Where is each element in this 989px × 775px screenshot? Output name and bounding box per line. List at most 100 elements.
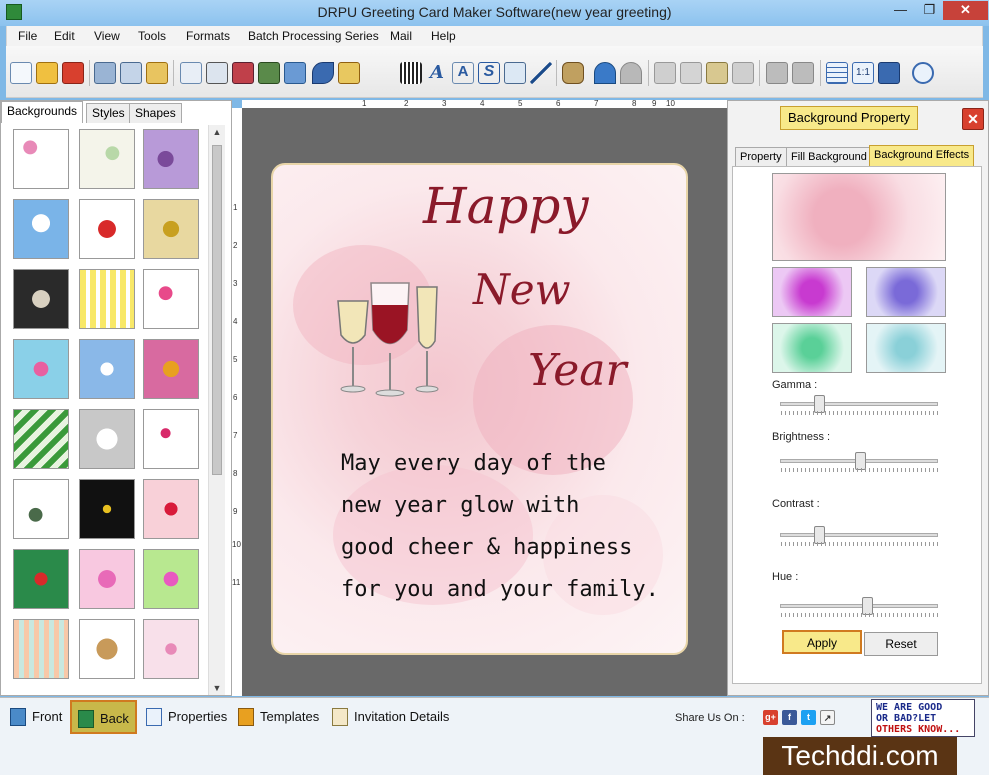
minimize-button[interactable]: — [887,1,914,20]
reset-button[interactable]: Reset [864,632,938,656]
greeting-card[interactable]: Happy New Year May every day of the new … [271,163,688,655]
background-thumbnail[interactable] [13,479,69,539]
menu-formats[interactable]: Formats [186,29,230,43]
front-button[interactable]: Front [4,700,62,734]
background-thumbnail[interactable] [79,619,135,679]
background-thumbnail[interactable] [143,269,199,329]
close-button[interactable]: ✕ [943,1,988,20]
word-art-icon[interactable]: S [478,62,500,84]
send-back-icon[interactable] [792,62,814,84]
background-thumbnail[interactable] [13,409,69,469]
background-thumbnail[interactable] [143,479,199,539]
back-button[interactable]: Back [70,700,137,734]
scroll-down-icon[interactable]: ▼ [209,683,225,693]
background-thumbnail[interactable] [143,549,199,609]
image-icon[interactable] [232,62,254,84]
background-thumbnail[interactable] [79,269,135,329]
properties-button[interactable]: Properties [140,700,227,734]
menu-batch-processing[interactable]: Batch Processing Series [248,29,379,43]
gamma-slider[interactable] [780,395,939,415]
share-icon[interactable]: ↗ [820,710,835,725]
effect-preview-cyan[interactable] [866,323,946,373]
undo-icon[interactable] [594,62,616,84]
text-box-icon[interactable]: A [452,62,474,84]
tab-shapes[interactable]: Shapes [129,103,182,123]
scroll-up-icon[interactable]: ▲ [209,127,225,137]
background-thumbnail[interactable] [143,129,199,189]
tab-fill-background[interactable]: Fill Background [786,147,872,166]
card-title-new[interactable]: New [473,265,571,314]
email-icon[interactable] [504,62,526,84]
background-thumbnail[interactable] [143,339,199,399]
effect-preview-blue[interactable] [866,267,946,317]
tab-property[interactable]: Property [735,147,787,166]
card-message[interactable]: May every day of the new year glow with … [341,443,681,611]
save-icon[interactable] [94,62,116,84]
background-thumbnail[interactable] [79,129,135,189]
background-thumbnail[interactable] [13,199,69,259]
background-thumbnail[interactable] [79,409,135,469]
copy-icon[interactable] [680,62,702,84]
scrollbar-thumb[interactable] [212,145,222,475]
brightness-slider[interactable] [780,452,939,472]
grid-icon[interactable] [826,62,848,84]
tab-background-effects[interactable]: Background Effects [869,145,975,166]
facebook-icon[interactable]: f [782,710,797,725]
background-thumbnail[interactable] [143,409,199,469]
invitation-details-button[interactable]: Invitation Details [326,700,449,734]
effect-preview-purple[interactable] [772,267,852,317]
database-icon[interactable] [562,62,584,84]
menu-help[interactable]: Help [431,29,456,43]
zoom-icon[interactable] [912,62,934,84]
panel-close-button[interactable]: ✕ [962,108,984,130]
open-folder-icon[interactable] [36,62,58,84]
new-icon[interactable] [10,62,32,84]
actual-size-icon[interactable]: 1:1 [852,62,874,84]
line-icon[interactable] [530,62,552,84]
paste-icon[interactable] [706,62,728,84]
menu-mail[interactable]: Mail [390,29,412,43]
menu-view[interactable]: View [94,29,120,43]
barcode-icon[interactable] [400,62,422,84]
templates-button[interactable]: Templates [232,700,319,734]
menu-tools[interactable]: Tools [138,29,166,43]
export-icon[interactable] [146,62,168,84]
redo-icon[interactable] [620,62,642,84]
fit-window-icon[interactable] [878,62,900,84]
bring-front-icon[interactable] [766,62,788,84]
close-file-icon[interactable] [62,62,84,84]
pen-icon[interactable] [312,62,334,84]
insert-picture-icon[interactable] [284,62,306,84]
print-preview-icon[interactable] [180,62,202,84]
shapes-icon[interactable] [338,62,360,84]
background-thumbnail[interactable] [143,619,199,679]
background-thumbnail[interactable] [13,269,69,329]
restore-button[interactable]: ❐ [916,1,943,20]
feedback-badge[interactable]: WE ARE GOOD OR BAD?LET OTHERS KNOW... [871,699,975,737]
menu-file[interactable]: File [18,29,37,43]
tab-backgrounds[interactable]: Backgrounds [1,101,84,123]
thumbnail-scrollbar[interactable]: ▲ ▼ [208,125,225,695]
background-thumbnail[interactable] [79,479,135,539]
google-plus-icon[interactable]: g+ [763,710,778,725]
text-icon[interactable]: A [426,62,448,84]
background-thumbnail[interactable] [13,129,69,189]
background-thumbnail[interactable] [79,199,135,259]
crop-icon[interactable] [258,62,280,84]
background-thumbnail[interactable] [13,619,69,679]
background-thumbnail[interactable] [143,199,199,259]
effect-preview-green[interactable] [772,323,852,373]
print-icon[interactable] [206,62,228,84]
apply-button[interactable]: Apply [782,630,862,654]
contrast-slider[interactable] [780,526,939,546]
card-title-year[interactable]: Year [528,345,627,396]
background-thumbnail[interactable] [79,339,135,399]
delete-icon[interactable] [732,62,754,84]
hue-slider[interactable] [780,597,939,617]
save-as-icon[interactable] [120,62,142,84]
twitter-icon[interactable]: t [801,710,816,725]
background-thumbnail[interactable] [79,549,135,609]
tab-styles[interactable]: Styles [86,103,131,123]
menu-edit[interactable]: Edit [54,29,75,43]
background-thumbnail[interactable] [13,549,69,609]
